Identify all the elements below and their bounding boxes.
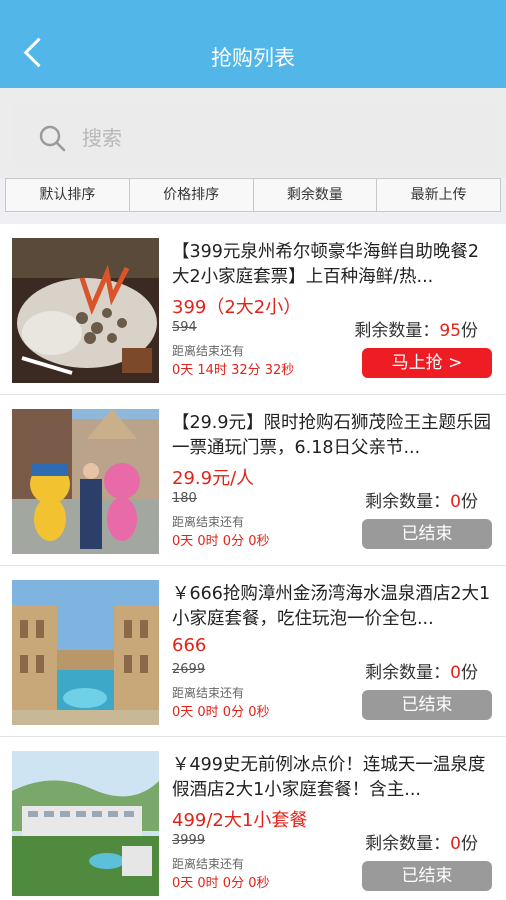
countdown: 0天 0时 0分 0秒: [172, 534, 270, 549]
ends-label: 距离结束还有: [172, 686, 245, 700]
list-item[interactable]: 【29.9元】限时抢购石狮茂险王主题乐园一票通玩门票，6.18日父亲节... 2…: [0, 395, 506, 566]
deal-list: 【399元泉州希尔顿豪华海鲜自助晚餐2大2小家庭套票】上百种海鲜/热... 39…: [0, 224, 506, 900]
countdown: 0天 14时 32分 32秒: [172, 363, 295, 378]
item-old-price: 3999: [172, 833, 206, 848]
ends-label: 距离结束还有: [172, 857, 245, 871]
buy-now-button[interactable]: 马上抢 >: [362, 348, 492, 378]
ends-label: 距离结束还有: [172, 344, 245, 358]
remain-value: 0: [450, 492, 461, 512]
remain-label: 剩余数量：: [354, 321, 440, 341]
list-item[interactable]: 【399元泉州希尔顿豪华海鲜自助晚餐2大2小家庭套票】上百种海鲜/热... 39…: [0, 224, 506, 395]
item-name[interactable]: ￥666抢购漳州金汤湾海水温泉酒店2大1小家庭套餐，吃住玩泡一价全包...: [172, 582, 494, 632]
item-name[interactable]: 【29.9元】限时抢购石狮茂险王主题乐园一票通玩门票，6.18日父亲节...: [172, 411, 494, 461]
search-placeholder: 搜索: [82, 126, 122, 150]
countdown: 0天 0时 0分 0秒: [172, 876, 270, 891]
item-old-price: 594: [172, 320, 197, 335]
item-price: 29.9元/人: [172, 468, 255, 489]
countdown: 0天 0时 0分 0秒: [172, 705, 270, 720]
remain-count: 剩余数量：0份: [365, 487, 478, 512]
item-old-price: 180: [172, 491, 197, 506]
seafood-buffet-image: [12, 238, 159, 383]
ended-button[interactable]: 已结束: [362, 519, 492, 549]
search-icon: [39, 125, 66, 152]
item-name[interactable]: 【399元泉州希尔顿豪华海鲜自助晚餐2大2小家庭套票】上百种海鲜/热...: [172, 240, 494, 290]
hot-spring-hotel-image: [12, 580, 159, 725]
remain-unit: 份: [461, 492, 478, 512]
item-old-price: 2699: [172, 662, 206, 677]
remain-count: 剩余数量：95份: [354, 316, 478, 341]
tab-price-sort[interactable]: 价格排序: [130, 179, 254, 211]
item-price: 666: [172, 635, 207, 656]
item-name[interactable]: ￥499史无前例冰点价！连城天一温泉度假酒店2大1小家庭套餐！含主...: [172, 753, 494, 803]
remain-label: 剩余数量：: [365, 834, 451, 854]
nav-bar: 抢购列表: [0, 0, 506, 88]
remain-unit: 份: [461, 663, 478, 683]
tab-remaining-sort[interactable]: 剩余数量: [254, 179, 378, 211]
remain-value: 95: [439, 321, 461, 341]
resort-image: [12, 751, 159, 896]
item-price: 399（2大2小）: [172, 297, 302, 318]
tab-default-sort[interactable]: 默认排序: [6, 179, 130, 211]
ended-button[interactable]: 已结束: [362, 690, 492, 720]
tab-newest-sort[interactable]: 最新上传: [377, 179, 500, 211]
page-title: 抢购列表: [211, 46, 295, 70]
remain-count: 剩余数量：0份: [365, 658, 478, 683]
remain-unit: 份: [461, 321, 478, 341]
remain-label: 剩余数量：: [365, 663, 451, 683]
list-item[interactable]: ￥499史无前例冰点价！连城天一温泉度假酒店2大1小家庭套餐！含主... 499…: [0, 737, 506, 900]
theme-park-image: [12, 409, 159, 554]
item-price: 499/2大1小套餐: [172, 810, 308, 831]
remain-count: 剩余数量：0份: [365, 829, 478, 854]
ended-button[interactable]: 已结束: [362, 861, 492, 891]
remain-value: 0: [450, 663, 461, 683]
list-item[interactable]: ￥666抢购漳州金汤湾海水温泉酒店2大1小家庭套餐，吃住玩泡一价全包... 66…: [0, 566, 506, 737]
sort-tabs: 默认排序 价格排序 剩余数量 最新上传: [5, 178, 501, 212]
remain-label: 剩余数量：: [365, 492, 451, 512]
remain-unit: 份: [461, 834, 478, 854]
ends-label: 距离结束还有: [172, 515, 245, 529]
remain-value: 0: [450, 834, 461, 854]
